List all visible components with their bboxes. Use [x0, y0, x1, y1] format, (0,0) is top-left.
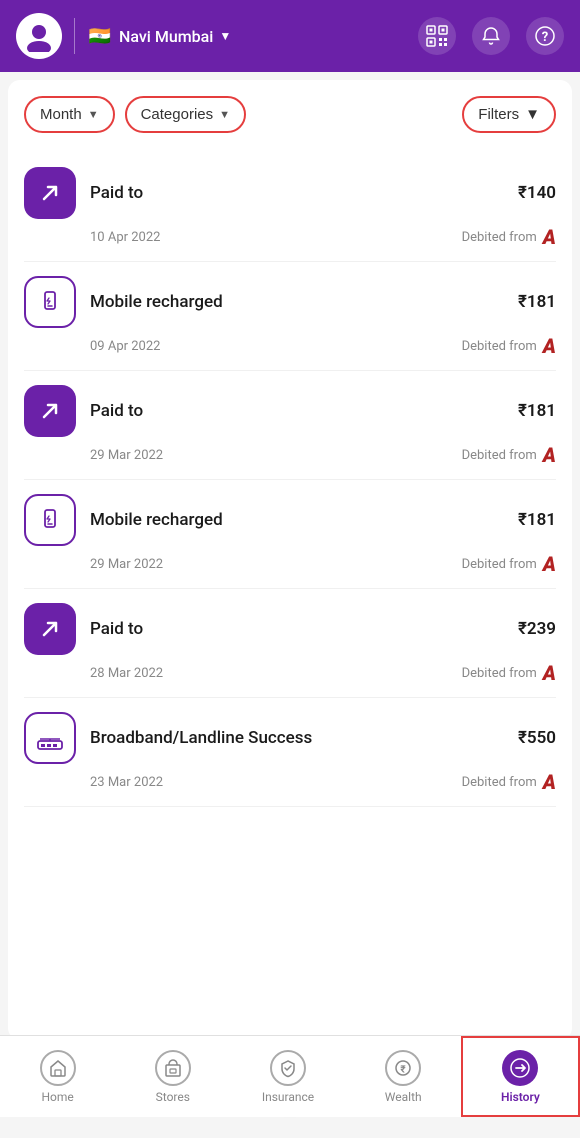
header-divider [74, 18, 75, 54]
mobile-recharge-icon [24, 276, 76, 328]
filter-row: Month ▼ Categories ▼ Filters ▼ [24, 96, 556, 133]
transaction-item[interactable]: Paid to ₹181 29 Mar 2022 Debited from A [24, 371, 556, 480]
axis-logo-3: A [543, 445, 556, 465]
tx-amount-5: ₹239 [518, 619, 556, 639]
notification-button[interactable] [472, 17, 510, 55]
tx-debit-6: Debited from A [462, 772, 556, 792]
axis-logo-6: A [543, 772, 556, 792]
tx-debit-1: Debited from A [462, 227, 556, 247]
tx-debit-2: Debited from A [462, 336, 556, 356]
location-chevron-icon: ▼ [219, 29, 231, 43]
debit-label-1: Debited from [462, 230, 537, 245]
wealth-icon: ₹ [385, 1050, 421, 1086]
content-wrapper: Month ▼ Categories ▼ Filters ▼ Pai [0, 80, 580, 1138]
filters-label: Filters [478, 106, 519, 123]
flag-icon: 🇮🇳 [87, 23, 113, 49]
filters-chevron-icon: ▼ [525, 106, 540, 123]
tx-debit-4: Debited from A [462, 554, 556, 574]
tx-debit-3: Debited from A [462, 445, 556, 465]
nav-item-history[interactable]: History [461, 1036, 580, 1117]
paid-to-icon [24, 167, 76, 219]
paid-to-icon-2 [24, 385, 76, 437]
axis-logo-1: A [543, 227, 556, 247]
header-location[interactable]: 🇮🇳 Navi Mumbai ▼ [87, 23, 406, 49]
categories-filter-label: Categories [141, 106, 214, 123]
transaction-item[interactable]: Paid to ₹140 10 Apr 2022 Debited from A [24, 153, 556, 262]
svg-text:?: ? [542, 30, 548, 45]
tx-date-4: 29 Mar 2022 [90, 557, 163, 572]
month-chevron-icon: ▼ [88, 109, 99, 121]
debit-label-2: Debited from [462, 339, 537, 354]
axis-logo-4: A [543, 554, 556, 574]
tx-amount-3: ₹181 [518, 401, 556, 421]
debit-label-4: Debited from [462, 557, 537, 572]
transaction-item[interactable]: Mobile recharged ₹181 09 Apr 2022 Debite… [24, 262, 556, 371]
tx-date-3: 29 Mar 2022 [90, 448, 163, 463]
tx-title-2: Mobile recharged [90, 292, 504, 312]
avatar[interactable] [16, 13, 62, 59]
help-button[interactable]: ? [526, 17, 564, 55]
nav-item-wealth[interactable]: ₹ Wealth [346, 1036, 461, 1117]
insurance-icon [270, 1050, 306, 1086]
tx-amount-6: ₹550 [518, 728, 556, 748]
debit-label-6: Debited from [462, 775, 537, 790]
nav-label-insurance: Insurance [262, 1090, 314, 1104]
categories-filter-button[interactable]: Categories ▼ [125, 96, 246, 133]
tx-title-5: Paid to [90, 619, 504, 639]
mobile-recharge-icon-2 [24, 494, 76, 546]
month-filter-button[interactable]: Month ▼ [24, 96, 115, 133]
transaction-item[interactable]: Broadband/Landline Success ₹550 23 Mar 2… [24, 698, 556, 807]
transaction-item[interactable]: Paid to ₹239 28 Mar 2022 Debited from A [24, 589, 556, 698]
tx-title-6: Broadband/Landline Success [90, 728, 504, 748]
transaction-item[interactable]: Mobile recharged ₹181 29 Mar 2022 Debite… [24, 480, 556, 589]
history-icon [502, 1050, 538, 1086]
paid-to-icon-3 [24, 603, 76, 655]
tx-amount-1: ₹140 [518, 183, 556, 203]
svg-text:₹: ₹ [401, 1064, 407, 1075]
nav-item-home[interactable]: Home [0, 1036, 115, 1117]
home-icon [40, 1050, 76, 1086]
tx-date-6: 23 Mar 2022 [90, 775, 163, 790]
stores-icon [155, 1050, 191, 1086]
debit-label-3: Debited from [462, 448, 537, 463]
nav-label-history: History [501, 1090, 540, 1104]
tx-date-1: 10 Apr 2022 [90, 230, 160, 245]
header-icons: ? [418, 17, 564, 55]
filters-button[interactable]: Filters ▼ [462, 96, 556, 133]
categories-chevron-icon: ▼ [219, 109, 230, 121]
broadband-icon [24, 712, 76, 764]
qr-button[interactable] [418, 17, 456, 55]
tx-amount-4: ₹181 [518, 510, 556, 530]
tx-title-1: Paid to [90, 183, 504, 203]
header: 🇮🇳 Navi Mumbai ▼ [0, 0, 580, 72]
location-label: Navi Mumbai [119, 27, 213, 46]
nav-label-stores: Stores [156, 1090, 190, 1104]
tx-title-3: Paid to [90, 401, 504, 421]
tx-date-2: 09 Apr 2022 [90, 339, 160, 354]
main-content: Month ▼ Categories ▼ Filters ▼ Pai [8, 80, 572, 1040]
tx-amount-2: ₹181 [518, 292, 556, 312]
axis-logo-5: A [543, 663, 556, 683]
tx-title-4: Mobile recharged [90, 510, 504, 530]
tx-date-5: 28 Mar 2022 [90, 666, 163, 681]
tx-debit-5: Debited from A [462, 663, 556, 683]
nav-label-wealth: Wealth [385, 1090, 422, 1104]
axis-logo-2: A [543, 336, 556, 356]
nav-label-home: Home [41, 1090, 73, 1104]
bottom-nav: Home Stores Insurance ₹ Wealth [0, 1035, 580, 1117]
debit-label-5: Debited from [462, 666, 537, 681]
nav-item-insurance[interactable]: Insurance [230, 1036, 345, 1117]
nav-item-stores[interactable]: Stores [115, 1036, 230, 1117]
month-filter-label: Month [40, 106, 82, 123]
